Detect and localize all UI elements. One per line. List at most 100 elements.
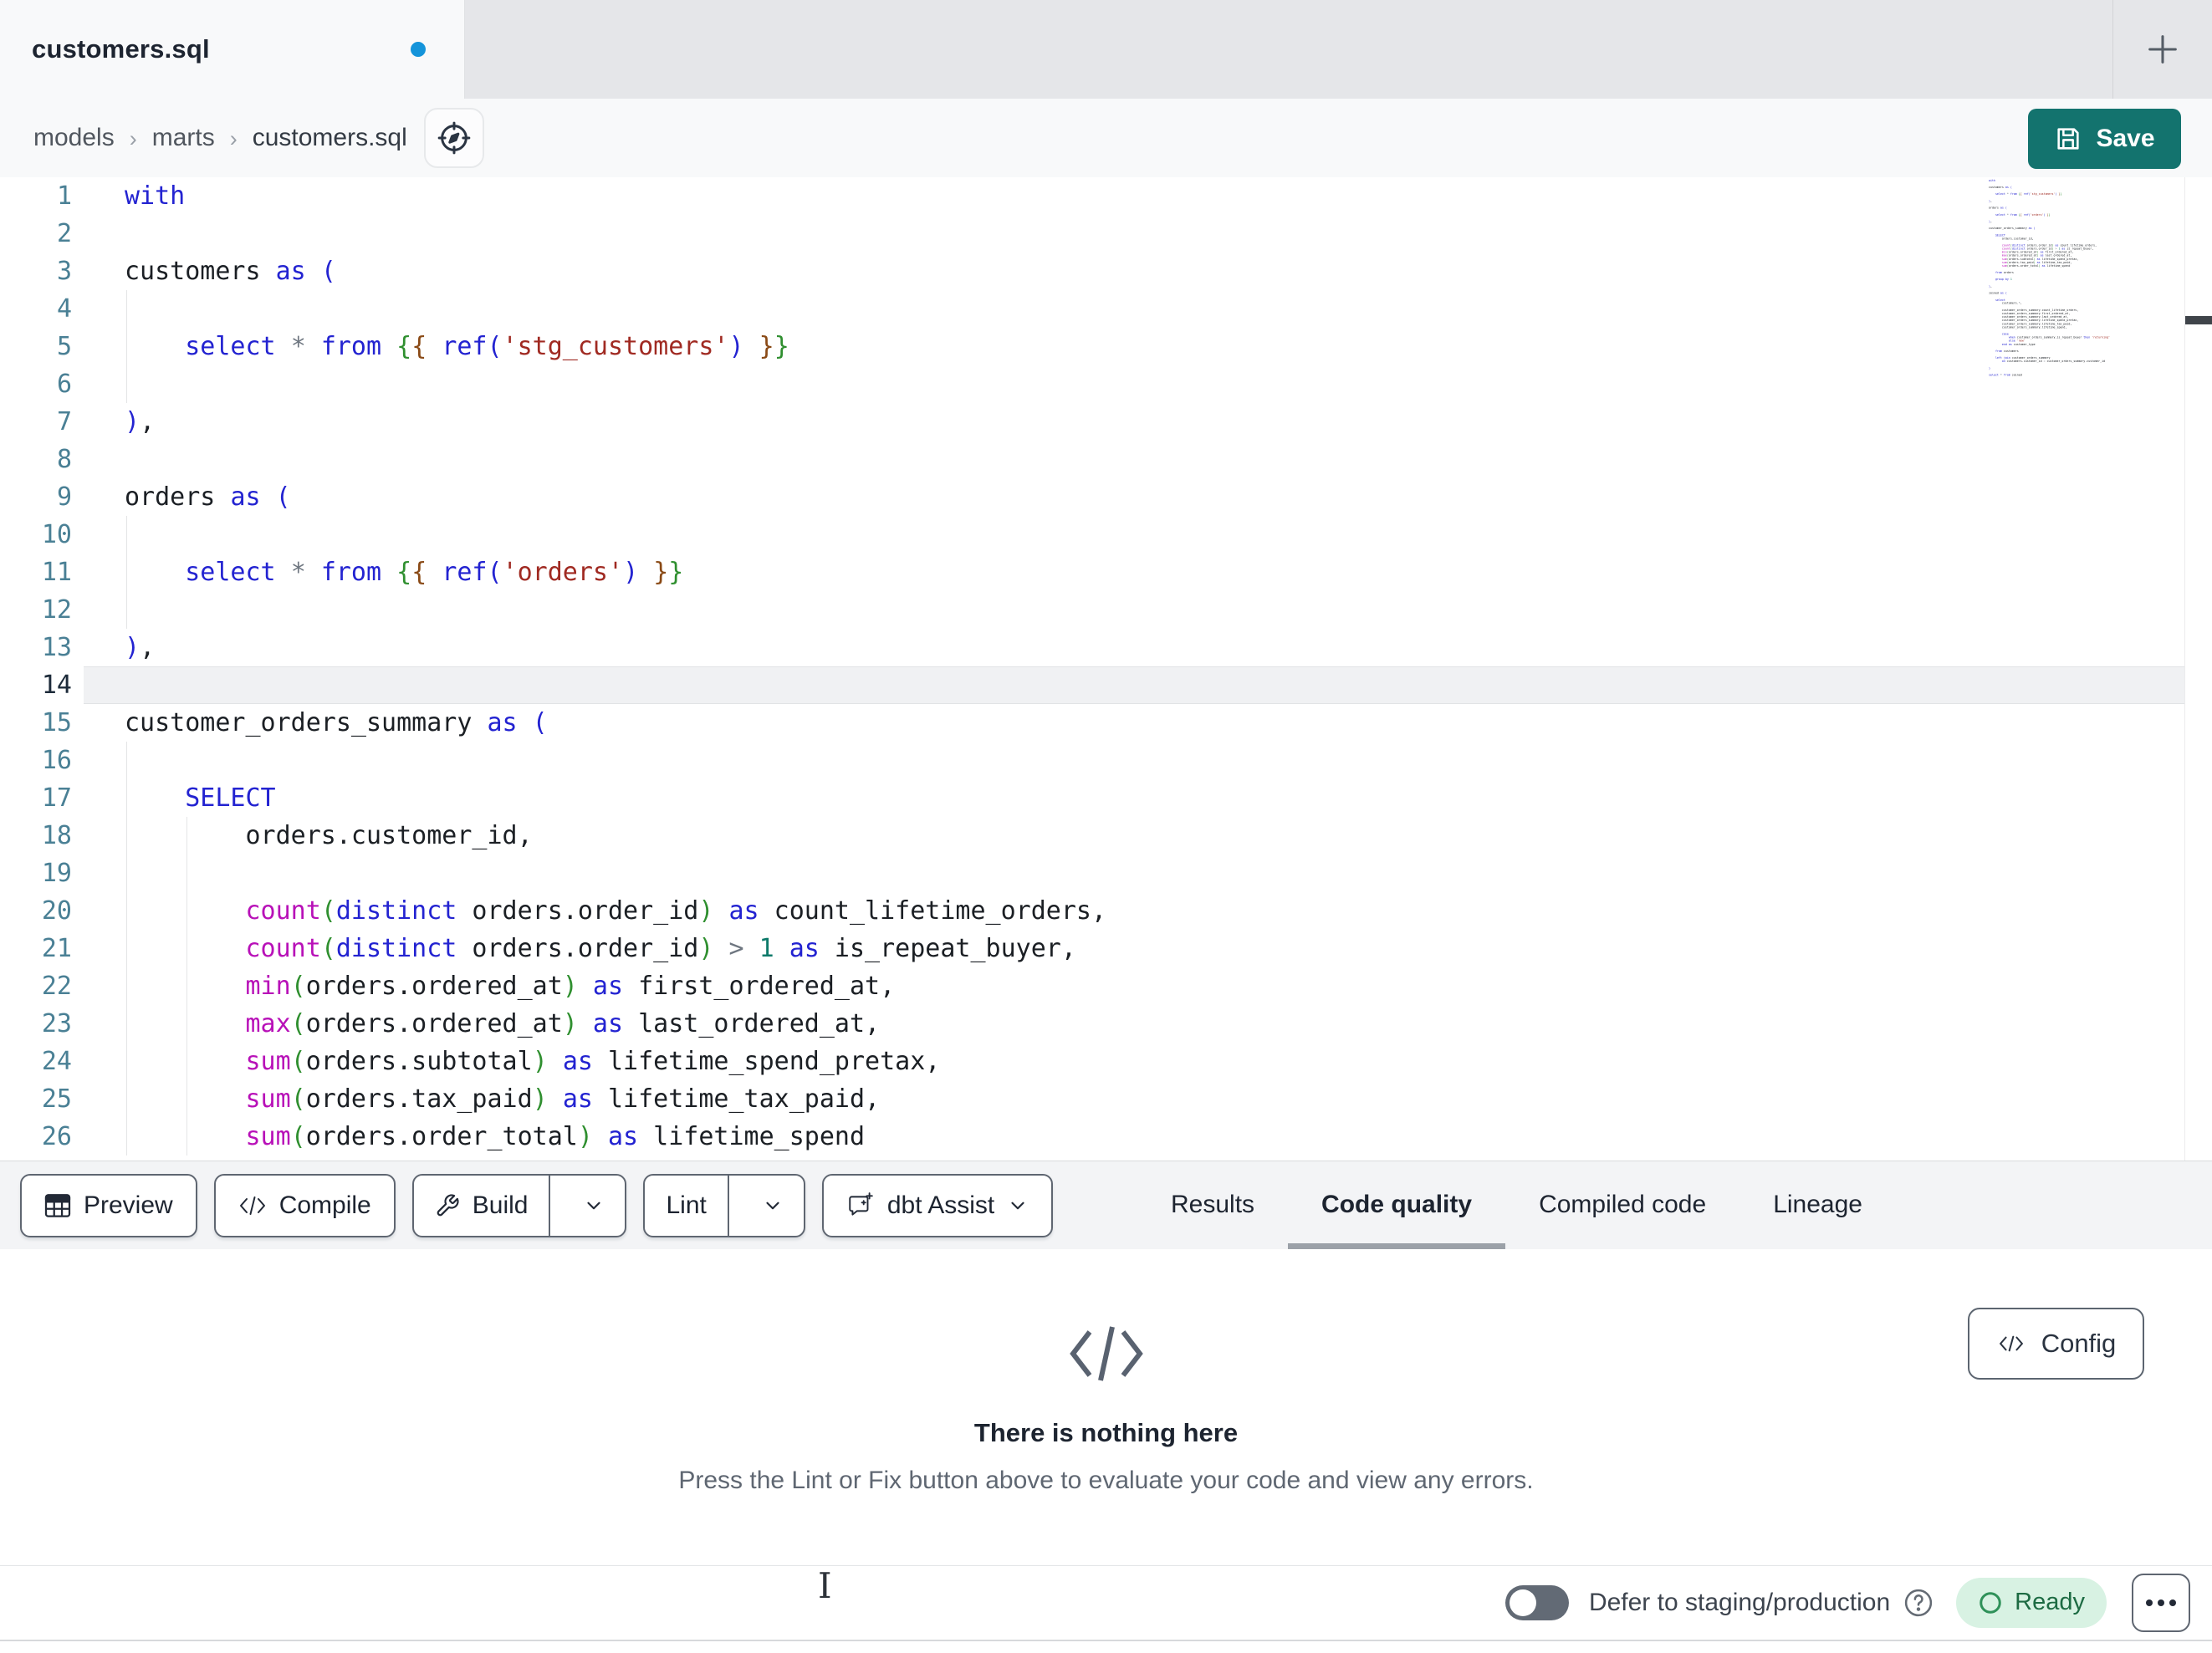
code-line-21[interactable]: 21 count(distinct orders.order_id) > 1 a… [0,930,2184,967]
breadcrumb-separator: › [229,125,238,151]
plus-icon [2148,35,2177,64]
line-number: 1 [56,181,72,211]
line-content: select * from {{ ref('stg_customers') }} [185,332,789,361]
breadcrumb-separator: › [129,125,137,151]
breadcrumb-item-models[interactable]: models [33,124,115,152]
line-content: orders.customer_id, [125,821,533,850]
code-line-5[interactable]: 5 select * from {{ ref('stg_customers') … [0,328,2184,365]
code-line-20[interactable]: 20 count(distinct orders.order_id) as co… [0,892,2184,930]
line-content: customer_orders_summary as ( [125,708,548,737]
empty-state-subtitle: Press the Lint or Fix button above to ev… [678,1467,1534,1494]
ide-status-badge[interactable]: Ready [1956,1577,2107,1628]
unsaved-changes-dot [411,42,426,57]
code-line-11[interactable]: 11 select * from {{ ref('orders') }} [0,554,2184,591]
line-content: sum(orders.subtotal) as lifetime_spend_p… [245,1047,941,1076]
line-number: 14 [41,671,72,700]
code-empty-state-icon [1065,1321,1148,1386]
table-icon [44,1193,71,1217]
code-line-25[interactable]: 25 sum(orders.tax_paid) as lifetime_tax_… [0,1080,2184,1118]
breadcrumb-bar: models › marts › customers.sql Save [0,99,2212,177]
save-icon [2057,128,2080,150]
help-icon[interactable] [1903,1587,1934,1619]
line-content: select * from {{ ref('orders') }} [185,558,684,587]
minimap[interactable]: with customers as ( select * from {{ ref… [1989,179,2133,390]
code-line-23[interactable]: 23 max(orders.ordered_at) as last_ordere… [0,1005,2184,1043]
ellipsis-icon [2169,1599,2176,1606]
line-number: 3 [56,257,72,286]
panel-tab-lineage[interactable]: Lineage [1739,1161,1896,1249]
config-button[interactable]: Config [1968,1308,2144,1380]
line-content: ), [125,633,156,662]
code-line-4[interactable]: 4 [0,290,2184,328]
code-line-16[interactable]: 16 [0,742,2184,779]
ide-status-label: Ready [2015,1589,2085,1615]
line-number: 10 [41,520,72,549]
code-line-14[interactable]: 14 [0,666,2184,704]
status-menu-button[interactable] [2132,1573,2190,1632]
line-number: 21 [41,934,72,963]
code-quality-panel: There is nothing here Press the Lint or … [0,1249,2212,1565]
line-content: count(distinct orders.order_id) > 1 as i… [245,934,1076,963]
lint-button[interactable]: Lint [645,1175,729,1236]
lint-dropdown[interactable] [742,1176,804,1236]
assist-sparkle-chat-icon [849,1191,873,1216]
line-content: customers as ( [125,257,336,286]
code-icon [239,1196,265,1215]
dbt-assist-label: dbt Assist [886,1191,995,1219]
code-line-18[interactable]: 18 orders.customer_id, [0,817,2184,855]
code-line-17[interactable]: 17 SELECT [0,779,2184,817]
code-line-12[interactable]: 12 [0,591,2184,629]
file-navigate-button[interactable] [423,108,484,168]
line-content: count(distinct orders.order_id) as count… [245,896,1107,926]
code-line-10[interactable]: 10 [0,516,2184,554]
empty-state-title: There is nothing here [973,1418,1239,1447]
line-number: 20 [41,896,72,926]
code-lines[interactable]: 1 with 2 3 customers as (4 5 select * from {{… [0,177,2184,1156]
open-file-tab[interactable]: customers.sql [0,0,465,99]
defer-toggle[interactable] [1504,1584,1569,1620]
code-line-3[interactable]: 3 customers as ( [0,253,2184,290]
breadcrumb-item-customers-sql[interactable]: customers.sql [253,124,407,152]
line-number: 17 [41,783,72,813]
line-number: 9 [56,482,72,512]
line-number: 25 [41,1084,72,1114]
panel-tab-results[interactable]: Results [1137,1161,1288,1249]
line-content: orders as ( [125,482,291,512]
code-line-8[interactable]: 8 [0,441,2184,478]
build-dropdown[interactable] [563,1176,625,1236]
code-line-2[interactable]: 2 [0,215,2184,253]
build-button[interactable]: Build [414,1175,551,1236]
line-number: 18 [41,821,72,850]
line-number: 5 [56,332,72,361]
line-content: with [125,181,186,211]
wrench-icon [437,1193,459,1216]
preview-button[interactable]: Preview [20,1173,197,1237]
code-line-24[interactable]: 24 sum(orders.subtotal) as lifetime_spen… [0,1043,2184,1080]
panel-tab-compiled-code[interactable]: Compiled code [1505,1161,1739,1249]
code-line-6[interactable]: 6 [0,365,2184,403]
code-line-1[interactable]: 1 with [0,177,2184,215]
code-line-26[interactable]: 26 sum(orders.order_total) as lifetime_s… [0,1118,2184,1156]
line-content: ), [125,407,156,436]
code-editor[interactable]: 1 with 2 3 customers as (4 5 select * from {{… [0,177,2212,1161]
build-label: Build [472,1191,529,1219]
new-tab-button[interactable] [2113,0,2212,99]
code-line-7[interactable]: 7), [0,403,2184,441]
breadcrumb-item-marts[interactable]: marts [152,124,215,152]
code-line-9[interactable]: 9 orders as ( [0,478,2184,516]
editor-scrollbar[interactable] [2184,177,2212,1161]
line-number: 12 [41,595,72,625]
code-line-19[interactable]: 19 [0,855,2184,892]
line-number: 15 [41,708,72,737]
status-bar-bottom-line [0,1640,2212,1641]
line-number: 22 [41,972,72,1001]
code-line-15[interactable]: 15 customer_orders_summary as ( [0,704,2184,742]
code-line-13[interactable]: 13), [0,629,2184,666]
dbt-assist-button[interactable]: dbt Assist [821,1173,1054,1237]
line-content: sum(orders.order_total) as lifetime_spen… [245,1122,866,1151]
compile-button[interactable]: Compile [213,1173,396,1237]
panel-tab-code-quality[interactable]: Code quality [1288,1161,1506,1249]
code-line-22[interactable]: 22 min(orders.ordered_at) as first_order… [0,967,2184,1005]
save-button[interactable]: Save [2028,109,2181,169]
line-content [80,441,125,478]
